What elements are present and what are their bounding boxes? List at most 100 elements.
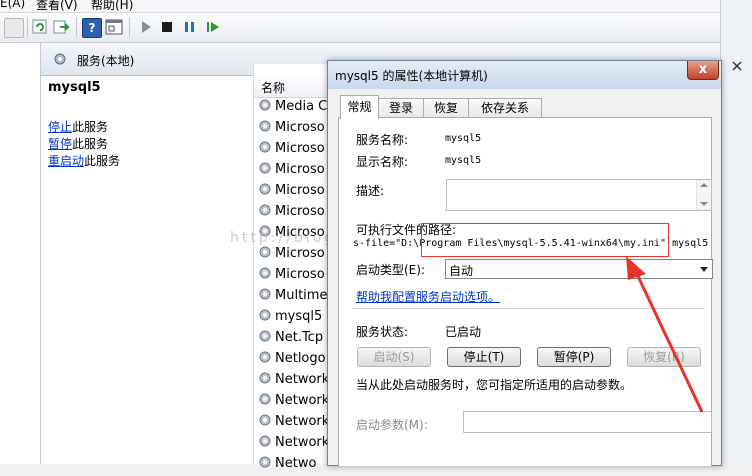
list-item[interactable]: Media C: [258, 98, 333, 119]
restart-icon[interactable]: [204, 18, 222, 36]
list-item[interactable]: Microso: [258, 140, 333, 161]
list-item[interactable]: Multime: [258, 287, 333, 308]
annotation-arrow-icon: [626, 256, 704, 413]
toolbar-separator: [27, 17, 28, 37]
status-value: 已启动: [445, 325, 482, 339]
gear-icon: [54, 53, 66, 65]
selected-service-name: mysql5: [48, 80, 101, 95]
start-button[interactable]: 启动(S): [357, 347, 431, 367]
list-item-label: Network: [275, 372, 330, 387]
start-icon[interactable]: [137, 18, 155, 36]
gear-icon: [259, 267, 271, 279]
service-name-label: 服务名称:: [356, 133, 409, 147]
list-item[interactable]: Network: [258, 413, 333, 434]
tree-pane[interactable]: [0, 43, 41, 464]
menu-bar: E(A) 查看(V) 帮助(H): [0, 0, 720, 13]
tab-dependencies[interactable]: 依存关系: [468, 98, 542, 118]
description-scrollbar[interactable]: [696, 180, 711, 210]
help-configure-link[interactable]: 帮助我配置服务启动选项。: [356, 288, 500, 305]
pause-link-rest: 此服务: [72, 137, 109, 151]
list-item-label: Network: [275, 435, 330, 450]
list-item-label: Microso: [275, 246, 325, 261]
list-item-label: Netlogo: [275, 351, 326, 366]
list-item[interactable]: Microso: [258, 203, 333, 224]
pause-icon[interactable]: [181, 18, 199, 36]
gear-icon: [259, 414, 271, 426]
list-item[interactable]: Microso: [258, 119, 333, 140]
gear-icon: [259, 330, 271, 342]
list-item[interactable]: Microso: [258, 182, 333, 203]
list-item[interactable]: Network: [258, 434, 333, 455]
tab-general[interactable]: 常规: [340, 95, 379, 119]
restart-link-rest: 此服务: [84, 154, 121, 168]
gear-icon: [259, 435, 271, 447]
menu-item-help[interactable]: 帮助(H): [91, 0, 133, 13]
show-hide-tree-icon[interactable]: [4, 18, 24, 38]
description-label: 描述:: [356, 184, 385, 198]
menu-item-action[interactable]: E(A): [0, 0, 25, 10]
list-item-label: Microso: [275, 120, 325, 135]
column-header-name[interactable]: 名称: [254, 75, 333, 98]
list-item[interactable]: Netwo: [258, 455, 333, 476]
gear-icon: [259, 162, 271, 174]
list-item[interactable]: Microso: [258, 245, 333, 266]
export-icon[interactable]: [52, 18, 70, 36]
stop-link[interactable]: 停止: [48, 120, 72, 134]
gear-icon: [259, 99, 271, 111]
list-item-label: mysql5: [275, 309, 323, 324]
properties-icon[interactable]: [105, 18, 123, 36]
display-name-value: mysql5: [445, 155, 482, 166]
gear-icon: [259, 183, 271, 195]
window-edge: [720, 0, 752, 464]
toolbar-separator: [129, 17, 130, 37]
close-icon[interactable]: [731, 60, 743, 72]
page-title: 服务(本地): [77, 54, 135, 68]
gear-icon: [259, 393, 271, 405]
list-item[interactable]: mysql5: [258, 308, 333, 329]
list-item[interactable]: Network: [258, 371, 333, 392]
gear-icon: [259, 141, 271, 153]
stop-icon[interactable]: [158, 18, 176, 36]
list-item-label: Network: [275, 414, 330, 429]
gear-icon: [259, 351, 271, 363]
list-item-label: Microso: [275, 267, 325, 282]
refresh-icon[interactable]: [31, 18, 49, 36]
gear-icon: [259, 246, 271, 258]
restart-link[interactable]: 重启动: [48, 154, 84, 168]
dialog-title: mysql5 的属性(本地计算机): [335, 69, 488, 83]
list-item-label: Multime: [275, 288, 328, 303]
stop-service-line: 停止此服务: [48, 118, 108, 135]
list-item[interactable]: Microso: [258, 266, 333, 287]
dialog-titlebar[interactable]: mysql5 的属性(本地计算机): [328, 61, 721, 89]
description-field[interactable]: [446, 179, 712, 211]
restart-service-line: 重启动此服务: [48, 152, 120, 169]
status-label: 服务状态:: [356, 325, 409, 339]
list-item-label: Microso: [275, 183, 325, 198]
list-item[interactable]: Net.Tcp: [258, 329, 333, 350]
pause-service-line: 暂停此服务: [48, 135, 108, 152]
list-item[interactable]: Microso: [258, 161, 333, 182]
display-name-label: 显示名称:: [356, 155, 409, 169]
list-item[interactable]: Netlogo: [258, 350, 333, 371]
list-item-label: Network: [275, 393, 330, 408]
dialog-close-button[interactable]: x: [687, 61, 719, 80]
help-icon[interactable]: ?: [82, 18, 102, 38]
tab-recovery[interactable]: 恢复: [423, 98, 469, 118]
list-item-label: Media C: [275, 99, 328, 114]
stop-button[interactable]: 停止(T): [447, 347, 521, 367]
service-name-value: mysql5: [445, 133, 482, 144]
gear-icon: [259, 204, 271, 216]
start-params-hint: 当从此处启动服务时，您可指定所适用的启动参数。: [356, 378, 633, 392]
stop-link-rest: 此服务: [72, 120, 109, 134]
toolbar: ?: [0, 13, 720, 43]
toolbar-separator: [76, 17, 77, 37]
list-item-label: Microso: [275, 141, 325, 156]
menu-item-view[interactable]: 查看(V): [36, 0, 78, 13]
list-item-label: Microso: [275, 162, 325, 177]
list-item[interactable]: Network: [258, 392, 333, 413]
pause-link[interactable]: 暂停: [48, 137, 72, 151]
tab-logon[interactable]: 登录: [378, 98, 424, 118]
gear-icon: [259, 288, 271, 300]
gear-icon: [259, 309, 271, 321]
startup-type-value: 自动: [449, 264, 474, 278]
